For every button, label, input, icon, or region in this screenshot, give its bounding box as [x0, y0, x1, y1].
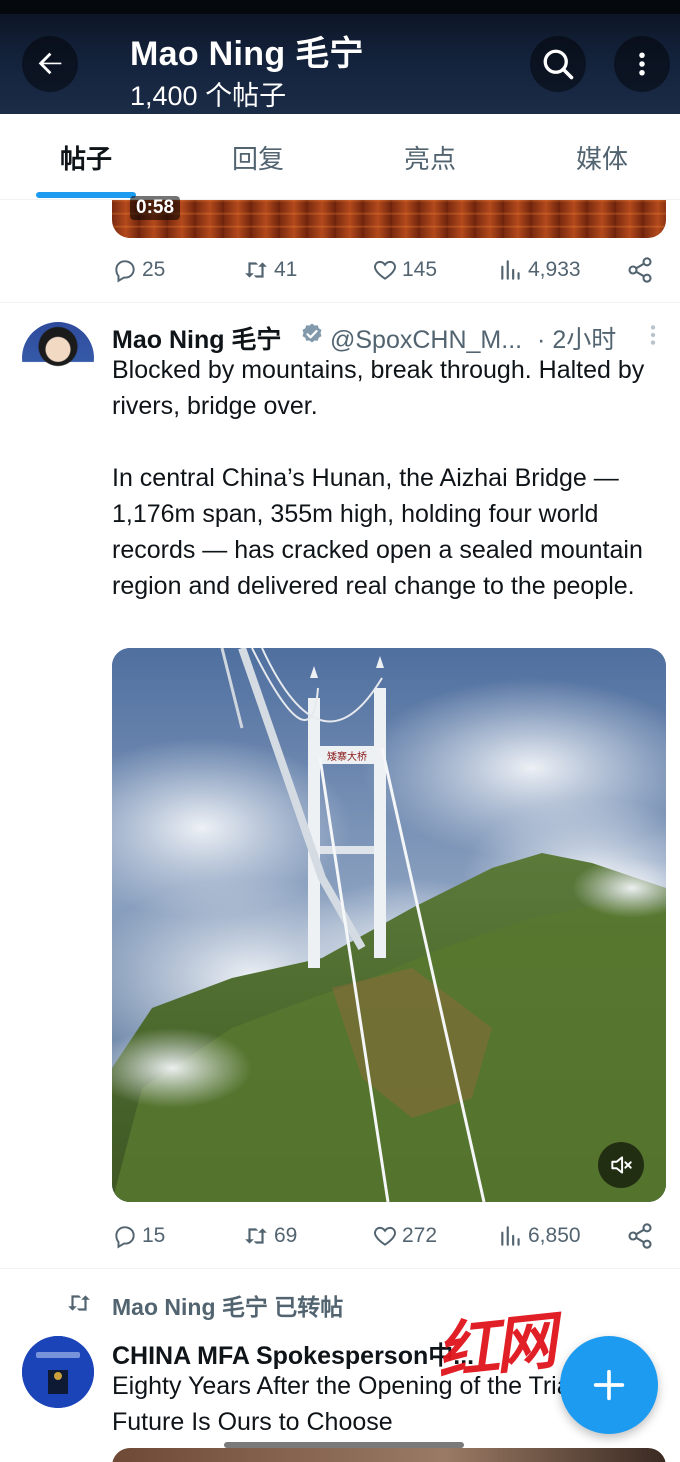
like-button[interactable]: 272: [372, 1216, 437, 1256]
author-name[interactable]: Mao Ning 毛宁: [112, 320, 281, 356]
more-options-button[interactable]: [614, 36, 670, 92]
profile-name: Mao Ning 毛宁: [130, 35, 364, 73]
views-button[interactable]: 4,933: [498, 250, 581, 290]
repost-button[interactable]: 69: [242, 1216, 297, 1256]
more-vertical-icon: [639, 52, 645, 76]
views-chart-icon: [501, 260, 520, 280]
author-handle[interactable]: @SpoxCHN_M... · 2小时: [330, 320, 616, 356]
tab-media[interactable]: 媒体: [516, 114, 680, 200]
like-count: 145: [402, 258, 438, 281]
view-count: 4,933: [528, 258, 581, 281]
reply-button[interactable]: 15: [112, 1216, 165, 1256]
bridge-scene-image: 矮寨大桥: [112, 648, 666, 1202]
reply-count: 25: [142, 258, 166, 281]
views-button[interactable]: 6,850: [498, 1216, 581, 1256]
like-count: 272: [402, 1224, 438, 1247]
repost-icon: [245, 1228, 267, 1244]
reply-button[interactable]: 25: [112, 250, 165, 290]
avatar[interactable]: [22, 1336, 94, 1408]
arrow-left-icon: [38, 52, 62, 75]
share-icon: [628, 257, 652, 283]
home-indicator: [224, 1442, 464, 1448]
heart-icon: [374, 260, 396, 280]
repost-label[interactable]: Mao Ning 毛宁 已转帖: [112, 1288, 343, 1322]
compose-button[interactable]: [560, 1336, 658, 1434]
view-count: 6,850: [528, 1224, 581, 1247]
avatar[interactable]: [22, 322, 94, 394]
post-divider: [0, 302, 680, 303]
previous-post-actions: 25 41 145 4,933: [112, 250, 666, 290]
profile-tabs: 帖子 回复 亮点 媒体: [0, 114, 680, 200]
back-button[interactable]: [22, 36, 78, 92]
tweet-paragraph-2: In central China’s Hunan, the Aizhai Bri…: [112, 464, 643, 600]
handle-text: @SpoxCHN_M...: [330, 326, 523, 354]
tweet-paragraph-1: Blocked by mountains, break through. Hal…: [112, 356, 645, 420]
tab-highlights[interactable]: 亮点: [344, 114, 516, 200]
repost-indicator-icon: [68, 1295, 90, 1311]
mfa-logo-icon: [22, 1336, 94, 1408]
heart-icon: [374, 1226, 396, 1246]
post-count: 1,400 个帖子: [130, 81, 287, 111]
share-button[interactable]: [626, 1216, 658, 1256]
repost-icon: [245, 262, 267, 278]
tweet-text: Blocked by mountains, break through. Hal…: [112, 352, 672, 604]
previous-post-video[interactable]: [112, 200, 666, 238]
search-button[interactable]: [530, 36, 586, 92]
search-icon: [543, 49, 574, 80]
tweet-video[interactable]: 矮寨大桥: [112, 648, 666, 1202]
tweet-actions: 15 69 272 6,850: [112, 1216, 666, 1256]
author-name[interactable]: CHINA MFA Spokesperson中...: [112, 1336, 474, 1372]
post-divider: [0, 1268, 680, 1269]
bridge-sign-text: 矮寨大桥: [327, 750, 367, 763]
repost-count: 41: [274, 258, 298, 281]
views-chart-icon: [501, 1226, 520, 1246]
status-bar: [0, 0, 680, 14]
post-more-icon[interactable]: [646, 322, 660, 348]
tab-posts[interactable]: 帖子: [0, 114, 172, 200]
profile-header: Mao Ning 毛宁 1,400 个帖子: [0, 0, 680, 114]
repost-count: 69: [274, 1224, 298, 1247]
reply-icon: [115, 260, 135, 283]
watermark-logo: 红网: [433, 1304, 557, 1389]
post-time: · 2小时: [537, 326, 617, 354]
verified-badge-icon: [302, 323, 322, 343]
retweet-media[interactable]: [112, 1448, 666, 1462]
mute-toggle-button[interactable]: [598, 1142, 644, 1188]
active-tab-indicator: [36, 192, 136, 198]
share-icon: [628, 1223, 652, 1249]
share-button[interactable]: [626, 250, 658, 290]
repost-button[interactable]: 41: [242, 250, 297, 290]
video-duration: 0:58: [130, 196, 181, 220]
tab-replies[interactable]: 回复: [172, 114, 344, 200]
speaker-muted-icon: [611, 1156, 632, 1174]
plus-icon: [593, 1369, 625, 1401]
reply-count: 15: [142, 1224, 166, 1247]
like-button[interactable]: 145: [372, 250, 437, 290]
reply-icon: [115, 1226, 135, 1249]
